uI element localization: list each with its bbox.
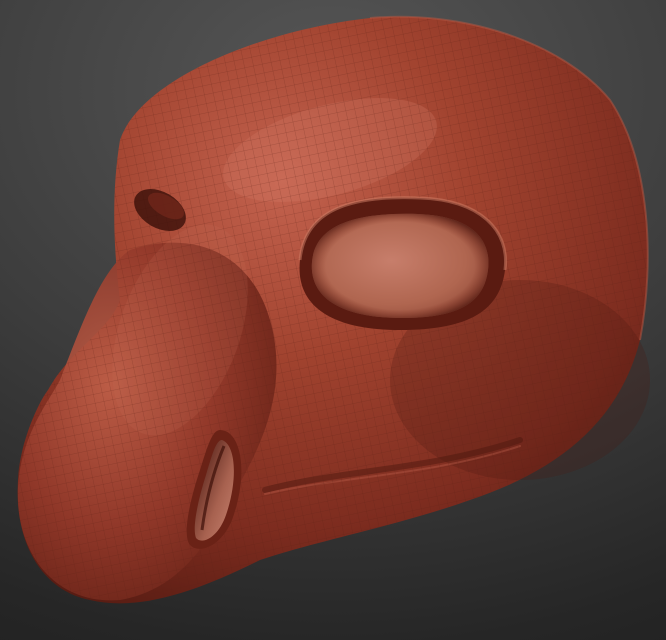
sculpt-viewport[interactable]	[0, 0, 666, 640]
head-mesh	[17, 16, 650, 604]
sculpted-head-model[interactable]	[0, 0, 666, 640]
near-eye-socket	[298, 196, 508, 330]
